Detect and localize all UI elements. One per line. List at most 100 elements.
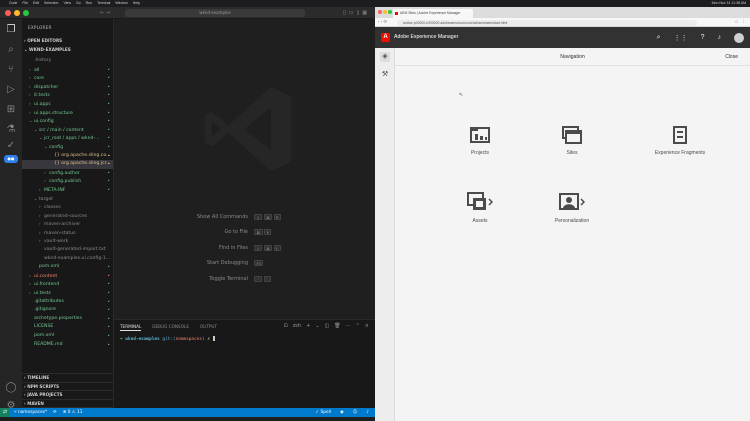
url-field[interactable]: author-p00000-e000000.adobeaemcloud.com/… [397, 19, 697, 26]
menubar-item[interactable]: Selection [44, 0, 58, 7]
terminal-shell-label[interactable]: zsh [293, 323, 301, 329]
tree-item[interactable]: pom.xml • [22, 263, 113, 272]
tile-experience-fragments[interactable]: Experience Fragments [640, 126, 720, 156]
nav-back-forward-icon[interactable]: ← → [100, 9, 110, 17]
tree-item[interactable]: pom.xml • [22, 332, 113, 341]
tree-item[interactable]: ⌄ ui.config • [22, 117, 113, 126]
maven-section[interactable]: › MAVEN [22, 398, 113, 407]
close-button[interactable]: Close [725, 48, 738, 66]
browser-nav-icon[interactable]: ‹ › ⟳ [378, 19, 387, 25]
tree-item[interactable]: › vault-work [22, 237, 113, 246]
browser-close-button[interactable] [378, 10, 382, 14]
extensions-icon[interactable]: ⊞ [4, 103, 18, 117]
tree-item[interactable]: ⌄ target [22, 195, 113, 204]
tree-item[interactable]: › config.publish • [22, 177, 113, 186]
problems-status[interactable]: ⊗ 0 ⚠ 11 [63, 408, 83, 417]
tree-item[interactable]: › classes [22, 203, 113, 212]
remote-indicator-icon[interactable]: ⇄ [0, 408, 10, 417]
tree-item[interactable]: › ui.apps • [22, 100, 113, 109]
trash-icon[interactable]: 🗑 [334, 323, 340, 329]
user-avatar[interactable] [734, 32, 744, 43]
bookmark-star-icon[interactable]: ☆ [734, 19, 738, 25]
tree-item[interactable]: archetype.properties • [22, 315, 113, 324]
tree-item[interactable]: .gitattributes • [22, 298, 113, 307]
tile-personalization[interactable]: Personalization [532, 192, 612, 224]
chevron-up-icon[interactable]: ⌃ [356, 323, 360, 329]
customize-layout-icon[interactable]: ▦ [362, 9, 367, 17]
tree-item[interactable]: › config.author • [22, 169, 113, 178]
split-terminal-icon[interactable]: ◫ [325, 323, 330, 329]
menubar-clock[interactable]: Mon Nov 14 11:38 AM [712, 0, 746, 7]
zoom-window-button[interactable] [23, 10, 29, 16]
tree-item[interactable]: ⌄ config • [22, 143, 113, 152]
tile-projects[interactable]: Projects [440, 126, 520, 156]
adobe-logo-icon[interactable]: A [381, 33, 390, 42]
solution-switcher-icon[interactable]: ⋮⋮ [674, 34, 688, 42]
tree-item[interactable]: .gitignore • [22, 306, 113, 315]
editor-area[interactable]: Show All Commands ⇧ ⌘ P Go to File ⌘ P Find… [114, 19, 375, 319]
help-icon[interactable]: ? [701, 34, 705, 41]
tree-item[interactable]: › dispatcher • [22, 83, 113, 92]
tree-item[interactable]: › ui.frontend • [22, 280, 113, 289]
tools-hammer-icon[interactable]: ⚒ [380, 70, 390, 80]
menubar-item[interactable]: Go [76, 0, 81, 7]
broadcast-icon[interactable]: ◉ [340, 408, 344, 417]
tree-item[interactable]: › ui.tests • [22, 289, 113, 298]
tree-item[interactable]: README.md • [22, 341, 113, 350]
spell-status[interactable]: ✓ Spell [316, 408, 331, 417]
run-debug-icon[interactable]: ▷ [4, 83, 18, 97]
browser-minimize-button[interactable] [383, 10, 387, 14]
feedback-icon[interactable]: ☺ [353, 408, 357, 417]
open-editors-section[interactable]: › OPEN EDITORS [24, 38, 62, 43]
menubar-item[interactable]: Code [9, 0, 17, 7]
browser-zoom-button[interactable] [388, 10, 392, 14]
minimize-window-button[interactable] [14, 10, 20, 16]
tab-output[interactable]: OUTPUT [200, 324, 217, 331]
account-icon[interactable]: ◯ [4, 381, 18, 395]
tile-assets[interactable]: Assets [440, 192, 520, 224]
extension-badge-icon[interactable]: ●● [4, 155, 18, 163]
tree-item[interactable]: › maven-archiver [22, 220, 113, 229]
more-actions-icon[interactable]: ⋯ [346, 323, 351, 329]
checklist-icon[interactable]: ✓ [4, 139, 18, 153]
source-control-icon[interactable]: ⑂ [4, 63, 18, 77]
tab-debug-console[interactable]: DEBUG CONSOLE [152, 324, 189, 331]
notifications-bell-icon[interactable]: ♪ [366, 408, 369, 417]
java-projects-section[interactable]: › JAVA PROJECTS [22, 390, 113, 398]
menubar-item[interactable]: File [22, 0, 28, 7]
tile-sites[interactable]: Sites [532, 126, 612, 156]
notifications-bell-icon[interactable]: ♪ [718, 34, 722, 41]
new-terminal-icon[interactable]: + [306, 323, 310, 329]
tree-item[interactable]: vault-generated-import.txt [22, 246, 113, 255]
project-root-section[interactable]: ⌄ WKND-EXAMPLES [24, 47, 71, 52]
browser-menu-icon[interactable]: ⋮ [742, 19, 747, 25]
testing-icon[interactable]: ⚗ [4, 123, 18, 137]
chevron-down-icon[interactable]: ⌄ [315, 323, 319, 329]
tree-item[interactable]: ⌄ src / main / content • [22, 126, 113, 135]
toggle-sidebar-icon[interactable]: ▯ [343, 9, 346, 17]
explorer-icon[interactable]: ❐ [4, 23, 18, 37]
command-center[interactable]: wknd-examples [125, 9, 305, 17]
tree-item[interactable]: › ui.content • [22, 272, 113, 281]
tree-item[interactable]: › core • [22, 74, 113, 83]
tree-item[interactable]: › generated-sources [22, 212, 113, 221]
tree-item[interactable]: › all • [22, 66, 113, 75]
menubar-item[interactable]: Run [86, 0, 92, 7]
timeline-section[interactable]: › TIMELINE [22, 373, 113, 381]
tab-terminal[interactable]: TERMINAL [120, 324, 142, 331]
search-icon[interactable]: ⌕ [4, 43, 18, 57]
navigation-compass-icon[interactable]: ◈ [380, 52, 390, 62]
menubar-item[interactable]: Window [115, 0, 127, 7]
tree-item[interactable]: LICENSE • [22, 323, 113, 332]
menubar-item[interactable]: View [63, 0, 71, 7]
tree-item[interactable]: ⌄ jcr_root / apps / wknd-... • [22, 134, 113, 143]
tree-item[interactable]: › ui.apps.structure • [22, 109, 113, 118]
toggle-secondary-sidebar-icon[interactable]: ▯ [357, 9, 360, 17]
terminal-prompt[interactable]: ➜ wknd-examples git:(namespaces) ✗ [120, 336, 216, 342]
tree-item[interactable]: wknd-examples.ui.config-1... [22, 255, 113, 264]
close-icon[interactable]: × [365, 323, 369, 329]
git-branch-status[interactable]: ⑂ namespaces* [14, 408, 47, 417]
close-window-button[interactable] [5, 10, 11, 16]
npm-scripts-section[interactable]: › NPM SCRIPTS [22, 381, 113, 390]
tree-item[interactable]: › it.tests • [22, 91, 113, 100]
